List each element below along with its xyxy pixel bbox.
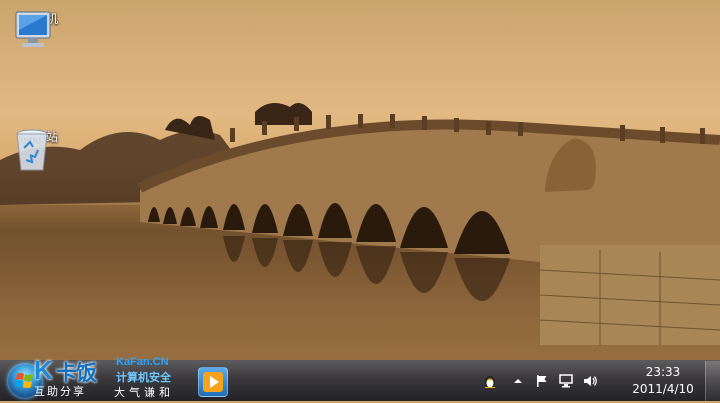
show-desktop-button[interactable]	[705, 361, 720, 401]
volume-icon[interactable]	[582, 373, 598, 389]
system-tray: 23:33 2011/4/10	[478, 361, 698, 401]
brand-mood: 大气谦和	[114, 386, 174, 399]
taskbar: K 卡饭 互助分享 KaFan.CN 计算机安全 大气谦和 23:33 2011	[0, 355, 720, 401]
kafan-brand-logo: K 卡饭 互助分享 KaFan.CN 计算机安全 大气谦和	[30, 353, 180, 399]
recycle-bin-icon	[16, 129, 48, 171]
desktop-wallpaper: 计算机 回收站	[0, 0, 720, 360]
brand-url: KaFan.CN	[116, 356, 169, 368]
desktop-icon-recycle-bin[interactable]: 回收站	[8, 126, 72, 171]
computer-icon	[15, 11, 51, 47]
clock-date: 2011/4/10	[632, 382, 694, 396]
media-player-taskbar-button[interactable]	[198, 367, 228, 397]
action-center-flag-icon[interactable]	[534, 373, 550, 389]
brand-slogan: 计算机安全	[116, 371, 171, 384]
network-icon[interactable]	[558, 373, 574, 389]
clock-time: 23:33	[645, 365, 681, 379]
qq-penguin-icon[interactable]	[482, 373, 498, 389]
brand-subtitle: 互助分享	[34, 385, 86, 398]
wallpaper-bridge-scene	[0, 103, 720, 360]
media-player-icon	[203, 372, 223, 392]
show-hidden-icons-arrow[interactable]	[510, 373, 526, 389]
brand-k-letter: K	[34, 355, 53, 385]
desktop-icon-computer[interactable]: 计算机	[8, 8, 72, 47]
